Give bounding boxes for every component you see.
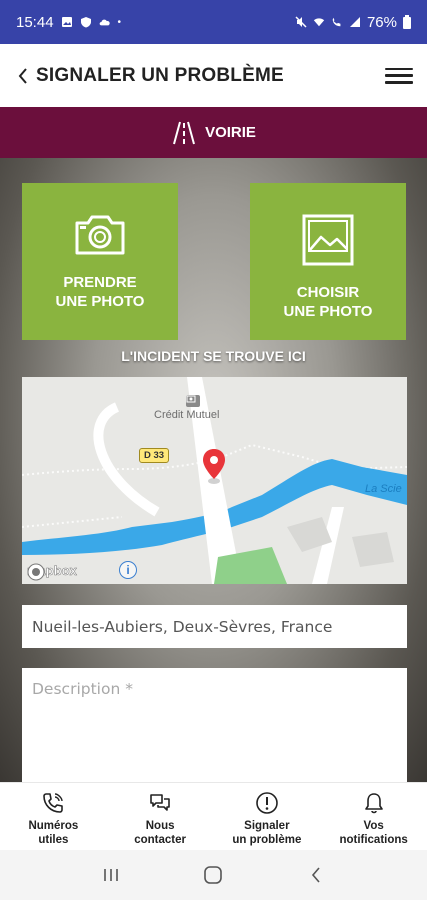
home-button[interactable] — [198, 860, 228, 890]
phone-icon — [43, 793, 64, 813]
take-photo-label: PRENDRE UNE PHOTO — [55, 274, 145, 310]
image-icon — [302, 214, 354, 266]
page-title: SIGNALER UN PROBLÈME — [36, 64, 284, 86]
status-time: 15:44 — [16, 13, 54, 31]
gallery-icon — [61, 17, 72, 27]
nav-notifications[interactable]: Vos notifications — [320, 783, 427, 850]
dot-icon: • — [117, 16, 122, 28]
nav-contact-us[interactable]: Nous contacter — [107, 783, 214, 850]
nav-useful-numbers[interactable]: Numéros utiles — [0, 783, 107, 850]
recent-apps-button[interactable] — [96, 860, 126, 890]
home-icon — [204, 866, 223, 884]
recent-apps-icon — [104, 869, 118, 881]
description-field[interactable] — [22, 668, 407, 782]
report-content: PRENDRE UNE PHOTO CHOISIR UNE PHOTO L'IN… — [0, 158, 427, 782]
map-pin-icon — [203, 449, 225, 484]
system-nav-bar — [0, 850, 427, 900]
nav-label: Numéros utiles — [28, 820, 79, 846]
road-icon — [173, 121, 196, 144]
mapbox-icon — [27, 563, 45, 581]
nav-report-problem[interactable]: Signaler un problème — [214, 783, 321, 850]
mapbox-logo: mapbox — [27, 563, 77, 581]
battery-icon — [403, 15, 411, 29]
system-back-icon — [311, 867, 320, 883]
nav-label: Signaler un problème — [232, 820, 302, 846]
chat-icon — [150, 794, 170, 811]
nav-label: Nous contacter — [134, 820, 187, 846]
bell-icon — [364, 793, 383, 814]
status-bar: 15:44 • 76% — [0, 0, 427, 44]
river-label: La Scie — [365, 483, 402, 495]
location-field[interactable] — [22, 605, 407, 648]
poi-label: Crédit Mutuel — [154, 409, 220, 421]
system-back-button[interactable] — [301, 860, 331, 890]
category-bar: VOIRIE — [0, 107, 427, 158]
battery-percent: 76% — [366, 13, 397, 31]
signal-icon — [349, 17, 360, 27]
choose-photo-button[interactable]: CHOISIR UNE PHOTO — [250, 183, 406, 340]
category-label: VOIRIE — [205, 124, 256, 141]
bottom-nav: Numéros utiles Nous contacter Signaler u… — [0, 782, 427, 850]
shield-icon — [80, 17, 91, 28]
back-arrow-icon[interactable] — [14, 64, 32, 88]
bank-poi-icon — [186, 395, 200, 407]
incident-map[interactable]: Crédit Mutuel D 33 La Scie mapbox i — [22, 377, 407, 584]
take-photo-button[interactable]: PRENDRE UNE PHOTO — [22, 183, 178, 340]
camera-icon — [75, 215, 125, 255]
mute-icon — [295, 16, 307, 28]
incident-location-label: L'INCIDENT SE TROUVE ICI — [121, 348, 306, 364]
alert-icon — [256, 792, 278, 814]
choose-photo-label: CHOISIR UNE PHOTO — [283, 284, 373, 320]
hamburger-menu-icon[interactable] — [385, 65, 413, 87]
wifi-call-icon — [332, 17, 341, 27]
wifi-icon — [313, 18, 325, 27]
map-info-icon[interactable]: i — [119, 561, 137, 579]
nav-label: Vos notifications — [339, 820, 408, 846]
road-shield: D 33 — [139, 448, 170, 463]
app-header: SIGNALER UN PROBLÈME — [0, 44, 427, 107]
cloud-icon — [99, 19, 110, 26]
